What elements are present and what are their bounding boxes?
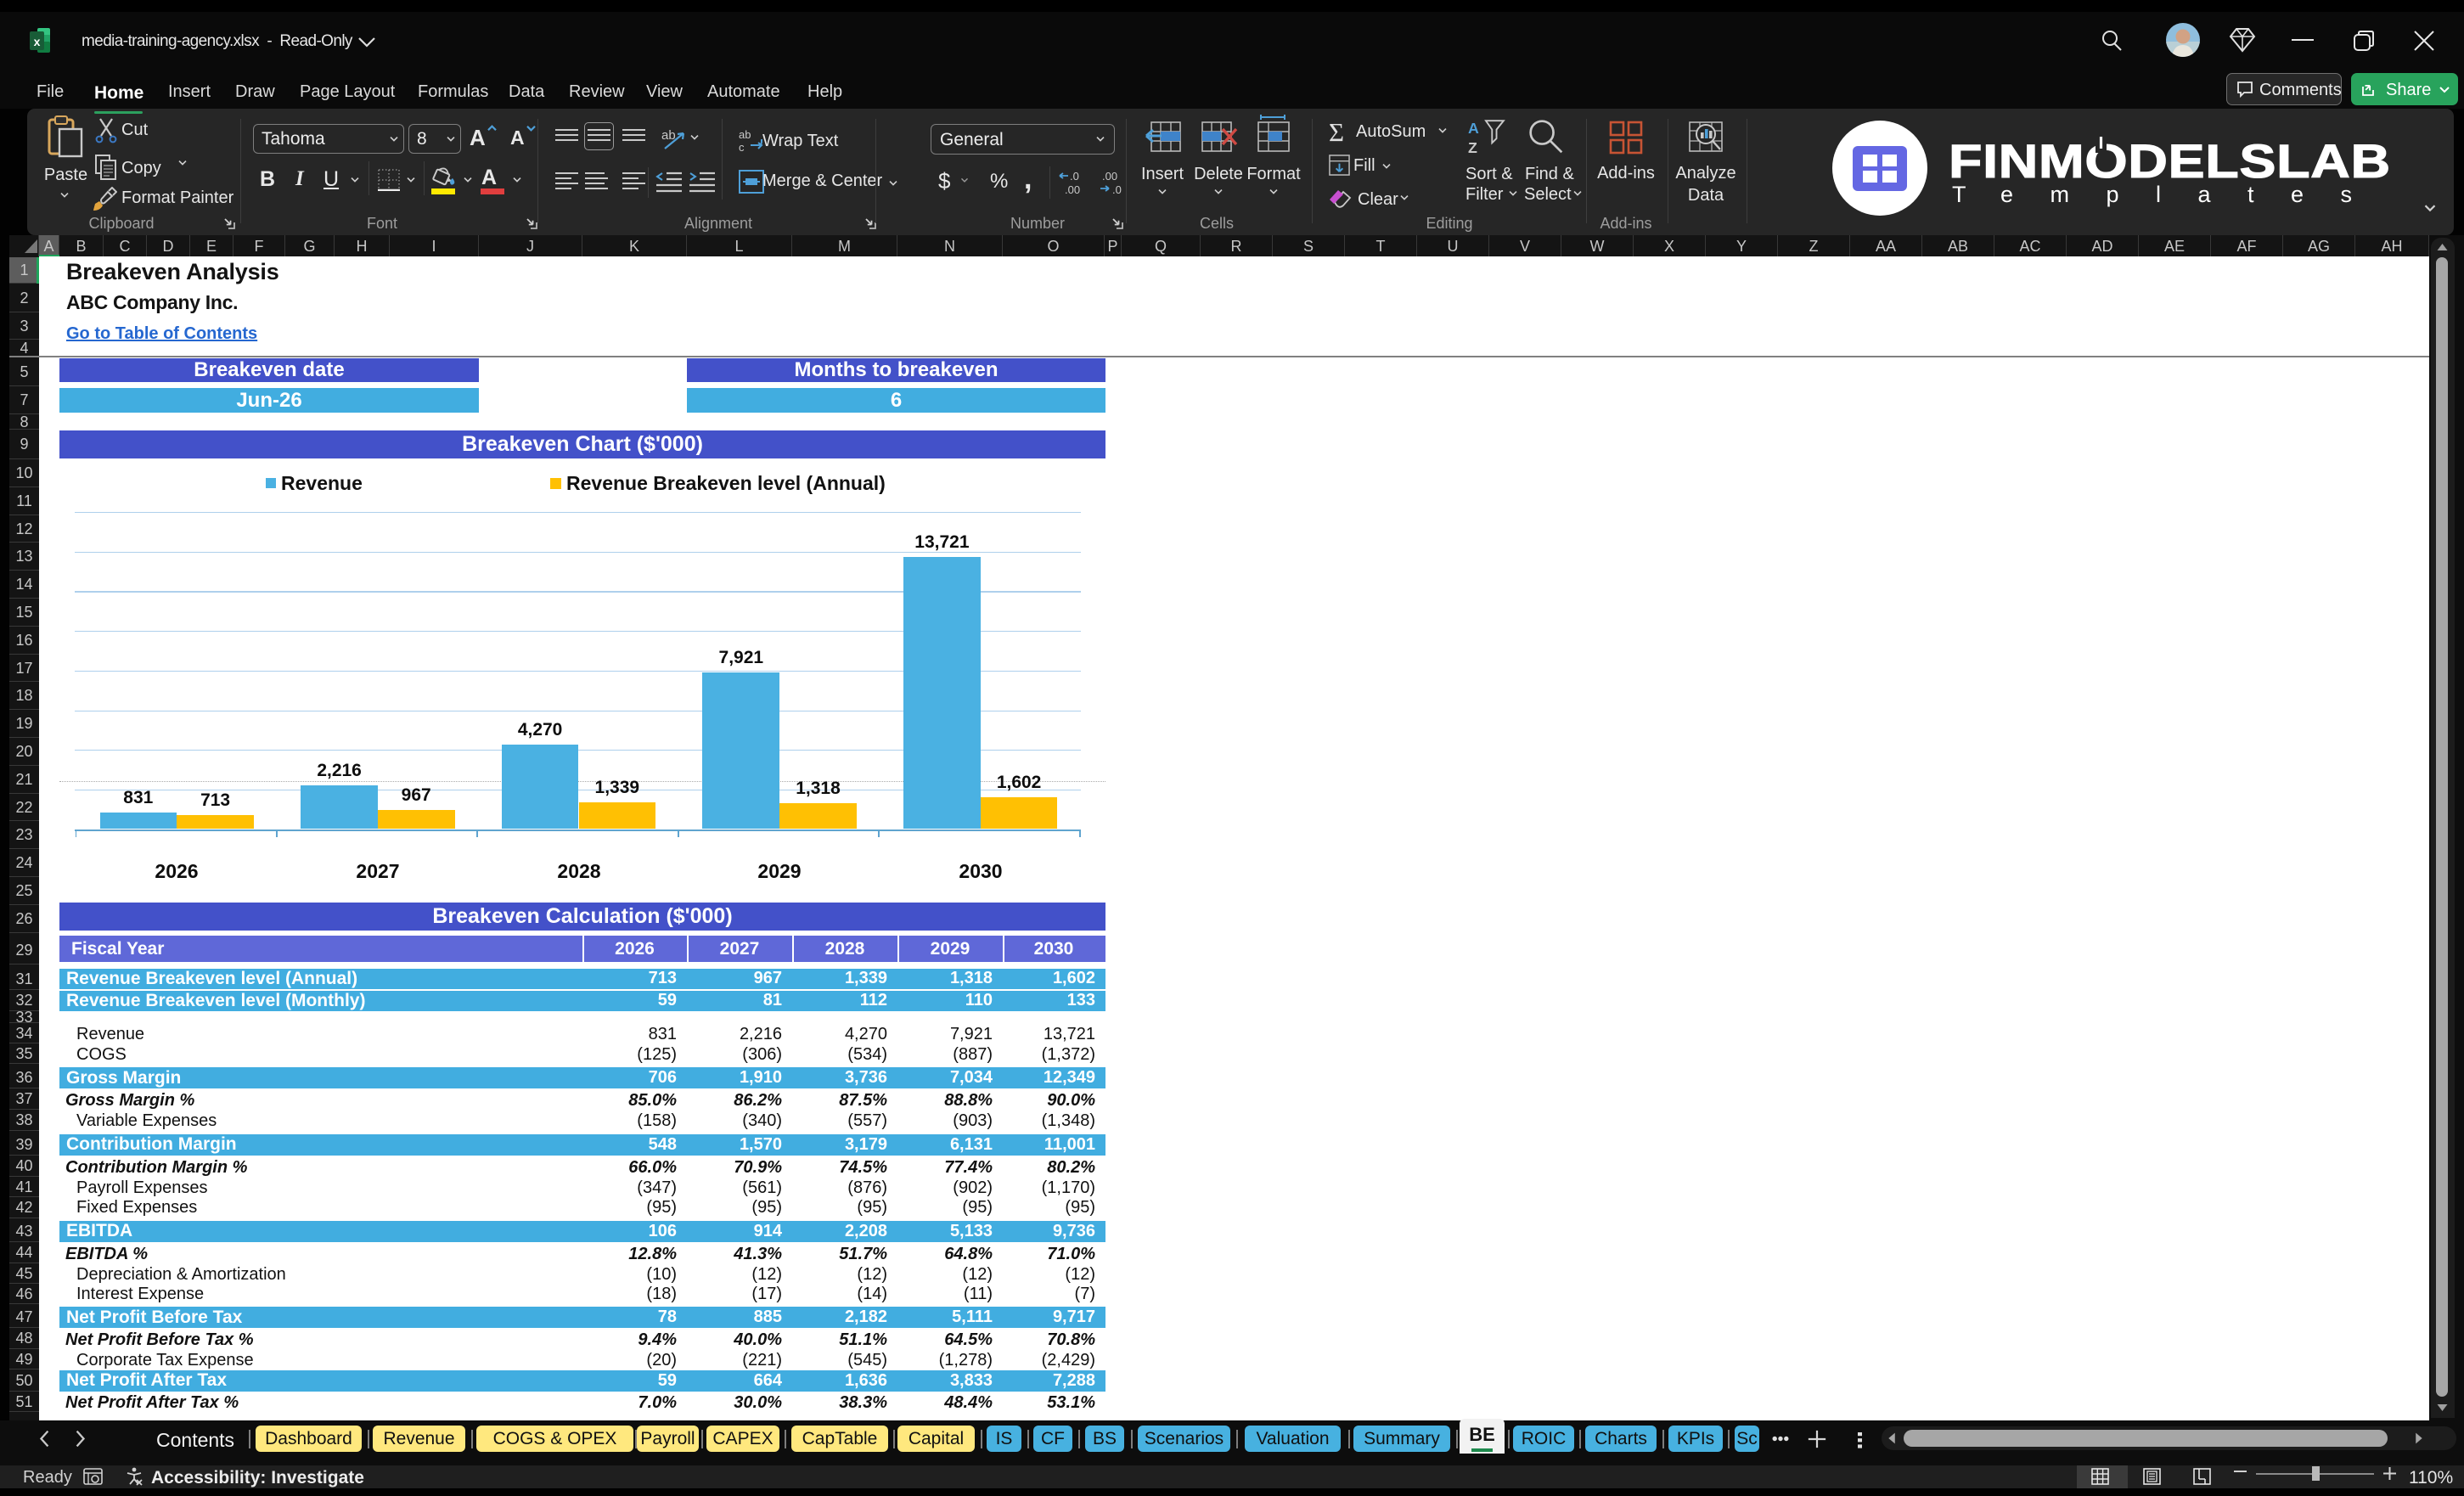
svg-text:A: A	[1468, 120, 1479, 137]
svg-text:ab: ab	[739, 128, 751, 141]
svg-text:.00: .00	[1102, 170, 1117, 183]
svg-text:Z: Z	[1468, 139, 1477, 155]
svg-text:x: x	[34, 35, 41, 48]
svg-text:.00: .00	[1065, 183, 1080, 195]
svg-text:.0: .0	[1112, 183, 1122, 195]
svg-text:.0: .0	[1070, 170, 1079, 183]
svg-text:c: c	[739, 141, 745, 153]
